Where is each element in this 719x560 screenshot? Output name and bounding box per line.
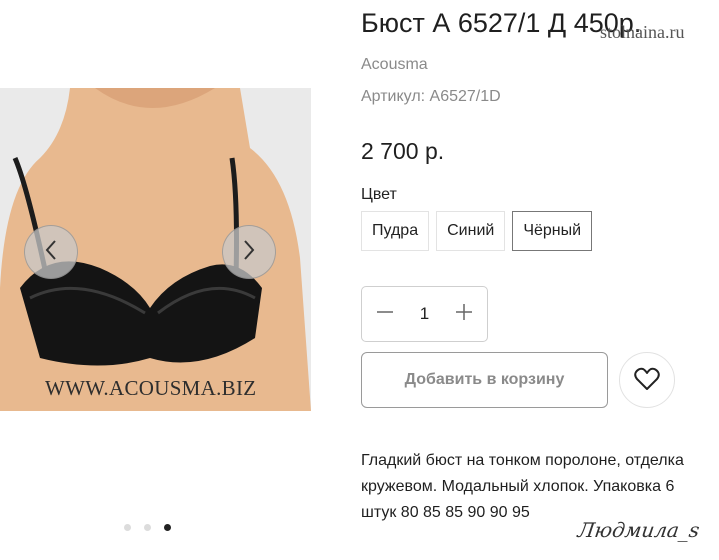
- watermark-bottom: Людмила_s: [576, 518, 702, 542]
- plus-icon: [455, 303, 473, 326]
- gallery-dots: [124, 524, 171, 531]
- minus-icon: [376, 303, 394, 326]
- color-option-chernyy[interactable]: Чёрный: [512, 211, 593, 251]
- color-option-pudra[interactable]: Пудра: [361, 211, 430, 251]
- color-options: Пудра Синий Чёрный: [361, 211, 593, 251]
- quantity-input[interactable]: [402, 303, 447, 325]
- chevron-right-icon: [242, 239, 256, 266]
- watermark-top: stolnaina.ru: [600, 22, 685, 42]
- gallery-next-button[interactable]: [222, 225, 276, 279]
- product-description: Гладкий бюст на тонком поролоне, отделка…: [361, 452, 684, 521]
- add-to-cart-button[interactable]: Добавить в корзину: [361, 352, 608, 408]
- decrease-quantity-button[interactable]: [374, 303, 396, 325]
- increase-quantity-button[interactable]: [453, 303, 475, 325]
- gallery-dot[interactable]: [124, 524, 131, 531]
- image-caption-watermark: WWW.ACOUSMA.BIZ: [45, 376, 257, 400]
- chevron-left-icon: [44, 239, 58, 266]
- gallery-dot[interactable]: [144, 524, 151, 531]
- gallery-prev-button[interactable]: [24, 225, 78, 279]
- color-option-siniy[interactable]: Синий: [436, 211, 506, 251]
- product-brand: Acousma: [361, 56, 428, 73]
- product-sku: Артикул: A6527/1D: [361, 88, 501, 105]
- product-gallery: WWW.ACOUSMA.BIZ: [0, 88, 311, 411]
- color-label: Цвет: [361, 186, 397, 203]
- heart-icon: [634, 367, 660, 394]
- wishlist-button[interactable]: [619, 352, 675, 408]
- product-price: 2 700 р.: [361, 138, 445, 164]
- quantity-stepper: [361, 286, 488, 342]
- gallery-dot-active[interactable]: [164, 524, 171, 531]
